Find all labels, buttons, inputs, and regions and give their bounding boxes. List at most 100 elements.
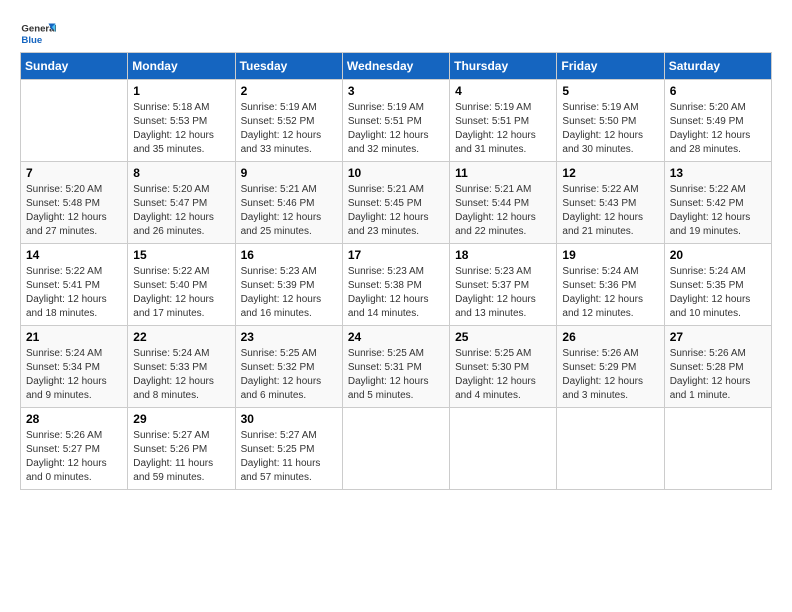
calendar-week-2: 7 Sunrise: 5:20 AM Sunset: 5:48 PM Daylig…	[21, 162, 772, 244]
day-header-thursday: Thursday	[450, 53, 557, 80]
day-number: 21	[26, 330, 122, 344]
day-number: 7	[26, 166, 122, 180]
calendar-cell: 26Sunrise: 5:26 AM Sunset: 5:29 PM Dayli…	[557, 326, 664, 408]
day-number: 13	[670, 166, 766, 180]
calendar-cell: 30Sunrise: 5:27 AM Sunset: 5:25 PM Dayli…	[235, 408, 342, 490]
calendar-week-1: 1 Sunrise: 5:18 AM Sunset: 5:53 PM Daylig…	[21, 80, 772, 162]
day-header-monday: Monday	[128, 53, 235, 80]
calendar-cell: 7 Sunrise: 5:20 AM Sunset: 5:48 PM Daylig…	[21, 162, 128, 244]
day-header-tuesday: Tuesday	[235, 53, 342, 80]
cell-info: Sunrise: 5:23 AM Sunset: 5:38 PM Dayligh…	[348, 265, 444, 321]
cell-info: Sunrise: 5:23 AM Sunset: 5:39 PM Dayligh…	[241, 265, 337, 321]
calendar-cell: 23 Sunrise: 5:25 AM Sunset: 5:32 PM Dayli…	[235, 326, 342, 408]
day-number: 23	[241, 330, 337, 344]
day-number: 16	[241, 248, 337, 262]
cell-info: Sunrise: 5:22 AM Sunset: 5:40 PM Dayligh…	[133, 265, 229, 321]
day-number: 2	[241, 84, 337, 98]
day-number: 5	[562, 84, 658, 98]
calendar-cell: 28 Sunrise: 5:26 AM Sunset: 5:27 PM Dayli…	[21, 408, 128, 490]
day-header-friday: Friday	[557, 53, 664, 80]
calendar-cell: 3 Sunrise: 5:19 AM Sunset: 5:51 PM Daylig…	[342, 80, 449, 162]
cell-info: Sunrise: 5:26 AM Sunset: 5:27 PM Dayligh…	[26, 429, 122, 485]
calendar-cell: 27 Sunrise: 5:26 AM Sunset: 5:28 PM Dayli…	[664, 326, 771, 408]
day-header-saturday: Saturday	[664, 53, 771, 80]
cell-info: Sunrise: 5:25 AM Sunset: 5:31 PM Dayligh…	[348, 347, 444, 403]
calendar-cell: 1 Sunrise: 5:18 AM Sunset: 5:53 PM Daylig…	[128, 80, 235, 162]
calendar-cell: 5 Sunrise: 5:19 AM Sunset: 5:50 PM Daylig…	[557, 80, 664, 162]
day-number: 9	[241, 166, 337, 180]
calendar-cell: 25 Sunrise: 5:25 AM Sunset: 5:30 PM Dayli…	[450, 326, 557, 408]
calendar-cell: 18 Sunrise: 5:23 AM Sunset: 5:37 PM Dayli…	[450, 244, 557, 326]
calendar-cell	[664, 408, 771, 490]
calendar-cell: 14Sunrise: 5:22 AM Sunset: 5:41 PM Dayli…	[21, 244, 128, 326]
day-number: 8	[133, 166, 229, 180]
day-number: 14	[26, 248, 122, 262]
calendar-week-3: 14Sunrise: 5:22 AM Sunset: 5:41 PM Dayli…	[21, 244, 772, 326]
svg-text:Blue: Blue	[21, 35, 42, 46]
calendar-cell: 13 Sunrise: 5:22 AM Sunset: 5:42 PM Dayli…	[664, 162, 771, 244]
calendar-cell	[21, 80, 128, 162]
cell-info: Sunrise: 5:24 AM Sunset: 5:36 PM Dayligh…	[562, 265, 658, 321]
calendar-cell: 4Sunrise: 5:19 AM Sunset: 5:51 PM Daylig…	[450, 80, 557, 162]
day-number: 22	[133, 330, 229, 344]
calendar-cell: 21 Sunrise: 5:24 AM Sunset: 5:34 PM Dayli…	[21, 326, 128, 408]
calendar-cell: 8 Sunrise: 5:20 AM Sunset: 5:47 PM Daylig…	[128, 162, 235, 244]
cell-info: Sunrise: 5:24 AM Sunset: 5:33 PM Dayligh…	[133, 347, 229, 403]
calendar-cell: 2 Sunrise: 5:19 AM Sunset: 5:52 PM Daylig…	[235, 80, 342, 162]
calendar-cell: 9Sunrise: 5:21 AM Sunset: 5:46 PM Daylig…	[235, 162, 342, 244]
cell-info: Sunrise: 5:20 AM Sunset: 5:49 PM Dayligh…	[670, 101, 766, 157]
cell-info: Sunrise: 5:20 AM Sunset: 5:47 PM Dayligh…	[133, 183, 229, 239]
day-header-sunday: Sunday	[21, 53, 128, 80]
calendar-week-4: 21 Sunrise: 5:24 AM Sunset: 5:34 PM Dayli…	[21, 326, 772, 408]
cell-info: Sunrise: 5:24 AM Sunset: 5:34 PM Dayligh…	[26, 347, 122, 403]
cell-info: Sunrise: 5:22 AM Sunset: 5:42 PM Dayligh…	[670, 183, 766, 239]
day-number: 3	[348, 84, 444, 98]
day-number: 1	[133, 84, 229, 98]
cell-info: Sunrise: 5:18 AM Sunset: 5:53 PM Dayligh…	[133, 101, 229, 157]
calendar-cell: 10 Sunrise: 5:21 AM Sunset: 5:45 PM Dayli…	[342, 162, 449, 244]
calendar-cell: 29 Sunrise: 5:27 AM Sunset: 5:26 PM Dayli…	[128, 408, 235, 490]
cell-info: Sunrise: 5:25 AM Sunset: 5:32 PM Dayligh…	[241, 347, 337, 403]
page-header: General Blue	[20, 20, 772, 48]
logo-icon: General Blue	[20, 20, 56, 48]
day-number: 24	[348, 330, 444, 344]
day-number: 11	[455, 166, 551, 180]
day-number: 12	[562, 166, 658, 180]
calendar-cell: 20Sunrise: 5:24 AM Sunset: 5:35 PM Dayli…	[664, 244, 771, 326]
day-number: 28	[26, 412, 122, 426]
calendar-cell: 24 Sunrise: 5:25 AM Sunset: 5:31 PM Dayli…	[342, 326, 449, 408]
day-number: 19	[562, 248, 658, 262]
cell-info: Sunrise: 5:19 AM Sunset: 5:51 PM Dayligh…	[348, 101, 444, 157]
calendar-header-row: SundayMondayTuesdayWednesdayThursdayFrid…	[21, 53, 772, 80]
calendar-cell	[450, 408, 557, 490]
cell-info: Sunrise: 5:19 AM Sunset: 5:52 PM Dayligh…	[241, 101, 337, 157]
cell-info: Sunrise: 5:21 AM Sunset: 5:44 PM Dayligh…	[455, 183, 551, 239]
calendar-cell: 15 Sunrise: 5:22 AM Sunset: 5:40 PM Dayli…	[128, 244, 235, 326]
cell-info: Sunrise: 5:26 AM Sunset: 5:28 PM Dayligh…	[670, 347, 766, 403]
calendar-cell	[557, 408, 664, 490]
cell-info: Sunrise: 5:20 AM Sunset: 5:48 PM Dayligh…	[26, 183, 122, 239]
day-number: 17	[348, 248, 444, 262]
cell-info: Sunrise: 5:27 AM Sunset: 5:26 PM Dayligh…	[133, 429, 229, 485]
day-number: 20	[670, 248, 766, 262]
day-number: 29	[133, 412, 229, 426]
day-number: 26	[562, 330, 658, 344]
day-number: 27	[670, 330, 766, 344]
cell-info: Sunrise: 5:22 AM Sunset: 5:43 PM Dayligh…	[562, 183, 658, 239]
calendar-body: 1 Sunrise: 5:18 AM Sunset: 5:53 PM Daylig…	[21, 80, 772, 490]
cell-info: Sunrise: 5:21 AM Sunset: 5:45 PM Dayligh…	[348, 183, 444, 239]
cell-info: Sunrise: 5:19 AM Sunset: 5:50 PM Dayligh…	[562, 101, 658, 157]
day-number: 10	[348, 166, 444, 180]
day-number: 18	[455, 248, 551, 262]
calendar-cell: 19 Sunrise: 5:24 AM Sunset: 5:36 PM Dayli…	[557, 244, 664, 326]
day-number: 15	[133, 248, 229, 262]
day-number: 25	[455, 330, 551, 344]
cell-info: Sunrise: 5:25 AM Sunset: 5:30 PM Dayligh…	[455, 347, 551, 403]
cell-info: Sunrise: 5:23 AM Sunset: 5:37 PM Dayligh…	[455, 265, 551, 321]
calendar-cell: 22 Sunrise: 5:24 AM Sunset: 5:33 PM Dayli…	[128, 326, 235, 408]
day-number: 6	[670, 84, 766, 98]
cell-info: Sunrise: 5:27 AM Sunset: 5:25 PM Dayligh…	[241, 429, 337, 485]
calendar-cell: 12 Sunrise: 5:22 AM Sunset: 5:43 PM Dayli…	[557, 162, 664, 244]
calendar-cell: 6 Sunrise: 5:20 AM Sunset: 5:49 PM Daylig…	[664, 80, 771, 162]
calendar-cell	[342, 408, 449, 490]
